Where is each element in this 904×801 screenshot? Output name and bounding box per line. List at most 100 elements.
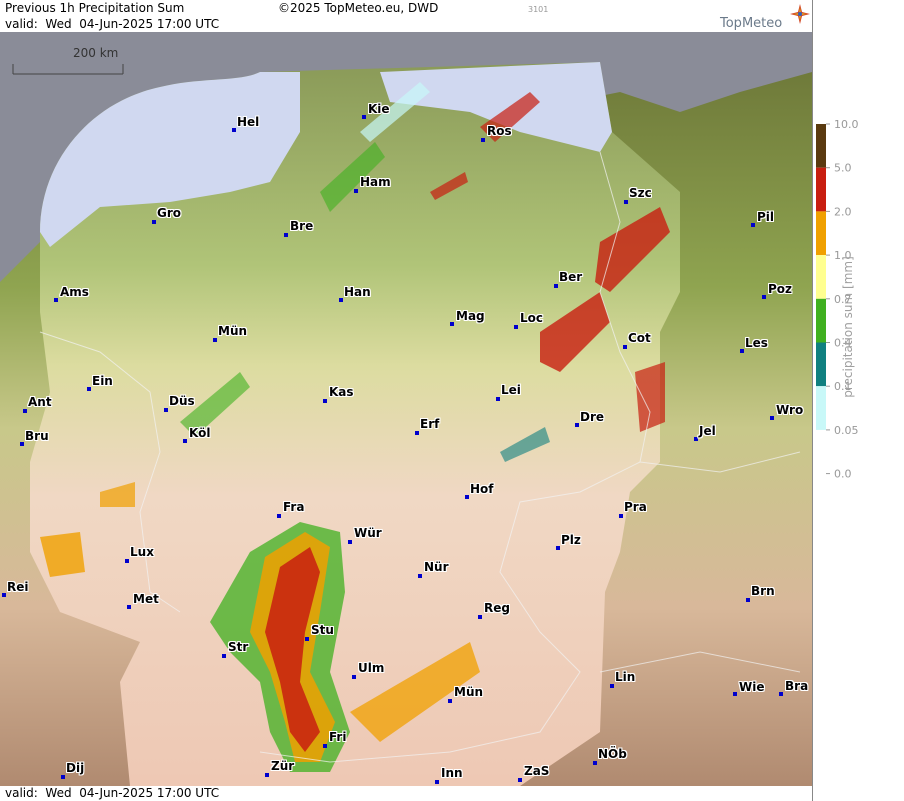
city-label-lei: Lei <box>501 383 521 397</box>
city-label-fra: Fra <box>283 500 305 514</box>
map-footer: valid: Wed 04-Jun-2025 17:00 UTC <box>0 786 812 801</box>
city-marker <box>2 593 6 597</box>
legend-title: precipitation sum [mm] <box>841 256 855 398</box>
legend-label: 2.0 <box>834 205 852 218</box>
topmeteo-logo[interactable]: TopMeteo <box>720 4 810 32</box>
city-label-wur: Wür <box>354 526 382 540</box>
legend-colorbar: 10.05.02.01.00.70.40.10.050.0 <box>816 118 859 481</box>
city-marker <box>232 128 236 132</box>
city-label-gro: Gro <box>157 206 182 220</box>
scale-bar <box>12 62 124 75</box>
city-label-pil: Pil <box>757 210 775 224</box>
city-label-lin: Lin <box>615 670 636 684</box>
city-marker <box>362 115 366 119</box>
city-marker <box>624 200 628 204</box>
city-label-zas: ZaS <box>524 764 550 778</box>
city-marker <box>213 338 217 342</box>
city-label-mag: Mag <box>456 309 485 323</box>
legend-swatch <box>816 255 826 299</box>
legend-label: 5.0 <box>834 162 852 175</box>
city-label-mun: Mün <box>218 324 248 338</box>
city-label-stu: Stu <box>311 623 334 637</box>
city-label-reg: Reg <box>484 601 510 615</box>
city-marker <box>465 495 469 499</box>
city-label-ein: Ein <box>92 374 113 388</box>
city-label-inn: Inn <box>441 766 463 780</box>
city-label-ant: Ant <box>28 395 52 409</box>
city-label-bre: Bre <box>290 219 314 233</box>
city-label-cot: Cot <box>628 331 651 345</box>
footer-valid-time: valid: Wed 04-Jun-2025 17:00 UTC <box>5 786 220 800</box>
city-label-hof: Hof <box>470 482 494 496</box>
city-label-wie: Wie <box>739 680 765 694</box>
image-code: 3101 <box>528 5 549 14</box>
city-label-kie: Kie <box>368 102 390 116</box>
compass-star-icon <box>790 4 810 24</box>
legend-label: 0.05 <box>834 424 859 437</box>
city-marker <box>354 189 358 193</box>
city-label-lux: Lux <box>130 545 154 559</box>
city-label-szc: Szc <box>629 186 652 200</box>
map-canvas <box>0 32 812 786</box>
scale-bar-line <box>12 64 124 75</box>
legend-swatch <box>816 298 826 343</box>
city-marker <box>619 514 623 518</box>
city-label-str: Str <box>228 640 249 654</box>
city-label-ham: Ham <box>360 175 391 189</box>
city-marker <box>305 637 309 641</box>
city-label-zur: Zür <box>271 759 295 773</box>
legend-label: 0.0 <box>834 468 852 481</box>
city-marker <box>762 295 766 299</box>
city-marker <box>87 387 91 391</box>
city-marker <box>284 233 288 237</box>
city-label-bru: Bru <box>25 429 49 443</box>
city-marker <box>514 325 518 329</box>
city-label-fri: Fri <box>329 730 347 744</box>
city-label-poz: Poz <box>768 282 793 296</box>
city-marker <box>265 773 269 777</box>
city-label-jel: Jel <box>699 424 716 438</box>
city-marker <box>518 778 522 782</box>
copyright-notice: ©2025 TopMeteo.eu, DWD <box>278 1 439 15</box>
city-marker <box>478 615 482 619</box>
legend-label: 10.0 <box>834 118 859 131</box>
city-label-met: Met <box>133 592 159 606</box>
map-header: Previous 1h Precipitation Sum valid: Wed… <box>0 0 812 32</box>
city-marker <box>20 442 24 446</box>
map-title: Previous 1h Precipitation Sum <box>5 1 185 15</box>
city-label-les: Les <box>745 336 768 350</box>
city-marker <box>418 574 422 578</box>
city-marker <box>623 345 627 349</box>
city-label-ams: Ams <box>60 285 89 299</box>
city-marker <box>125 559 129 563</box>
city-marker <box>554 284 558 288</box>
precipitation-map[interactable]: 200 km Kie Hel Ros Ham Szc Gro Bre Pil B… <box>0 32 812 786</box>
city-label-rei: Rei <box>7 580 29 594</box>
city-label-han: Han <box>344 285 371 299</box>
city-marker <box>610 684 614 688</box>
city-marker <box>323 399 327 403</box>
legend-swatch <box>816 342 826 387</box>
city-marker <box>61 775 65 779</box>
city-marker <box>435 780 439 784</box>
city-marker <box>415 431 419 435</box>
city-label-wro: Wro <box>776 403 804 417</box>
city-label-brn: Brn <box>751 584 775 598</box>
city-marker <box>575 423 579 427</box>
legend-swatch <box>816 211 826 256</box>
city-marker <box>770 416 774 420</box>
city-marker <box>277 514 281 518</box>
city-label-nob: NÖb <box>598 747 627 761</box>
city-marker <box>339 298 343 302</box>
legend-swatch <box>816 386 826 430</box>
city-label-loc: Loc <box>520 311 544 325</box>
legend-swatch <box>816 167 826 212</box>
valid-time: valid: Wed 04-Jun-2025 17:00 UTC <box>5 17 220 31</box>
city-label-mun-2: Mün <box>454 685 484 699</box>
city-marker <box>348 540 352 544</box>
city-marker <box>496 397 500 401</box>
city-marker <box>450 322 454 326</box>
city-marker <box>746 598 750 602</box>
scale-bar-label: 200 km <box>73 46 119 60</box>
city-marker <box>23 409 27 413</box>
